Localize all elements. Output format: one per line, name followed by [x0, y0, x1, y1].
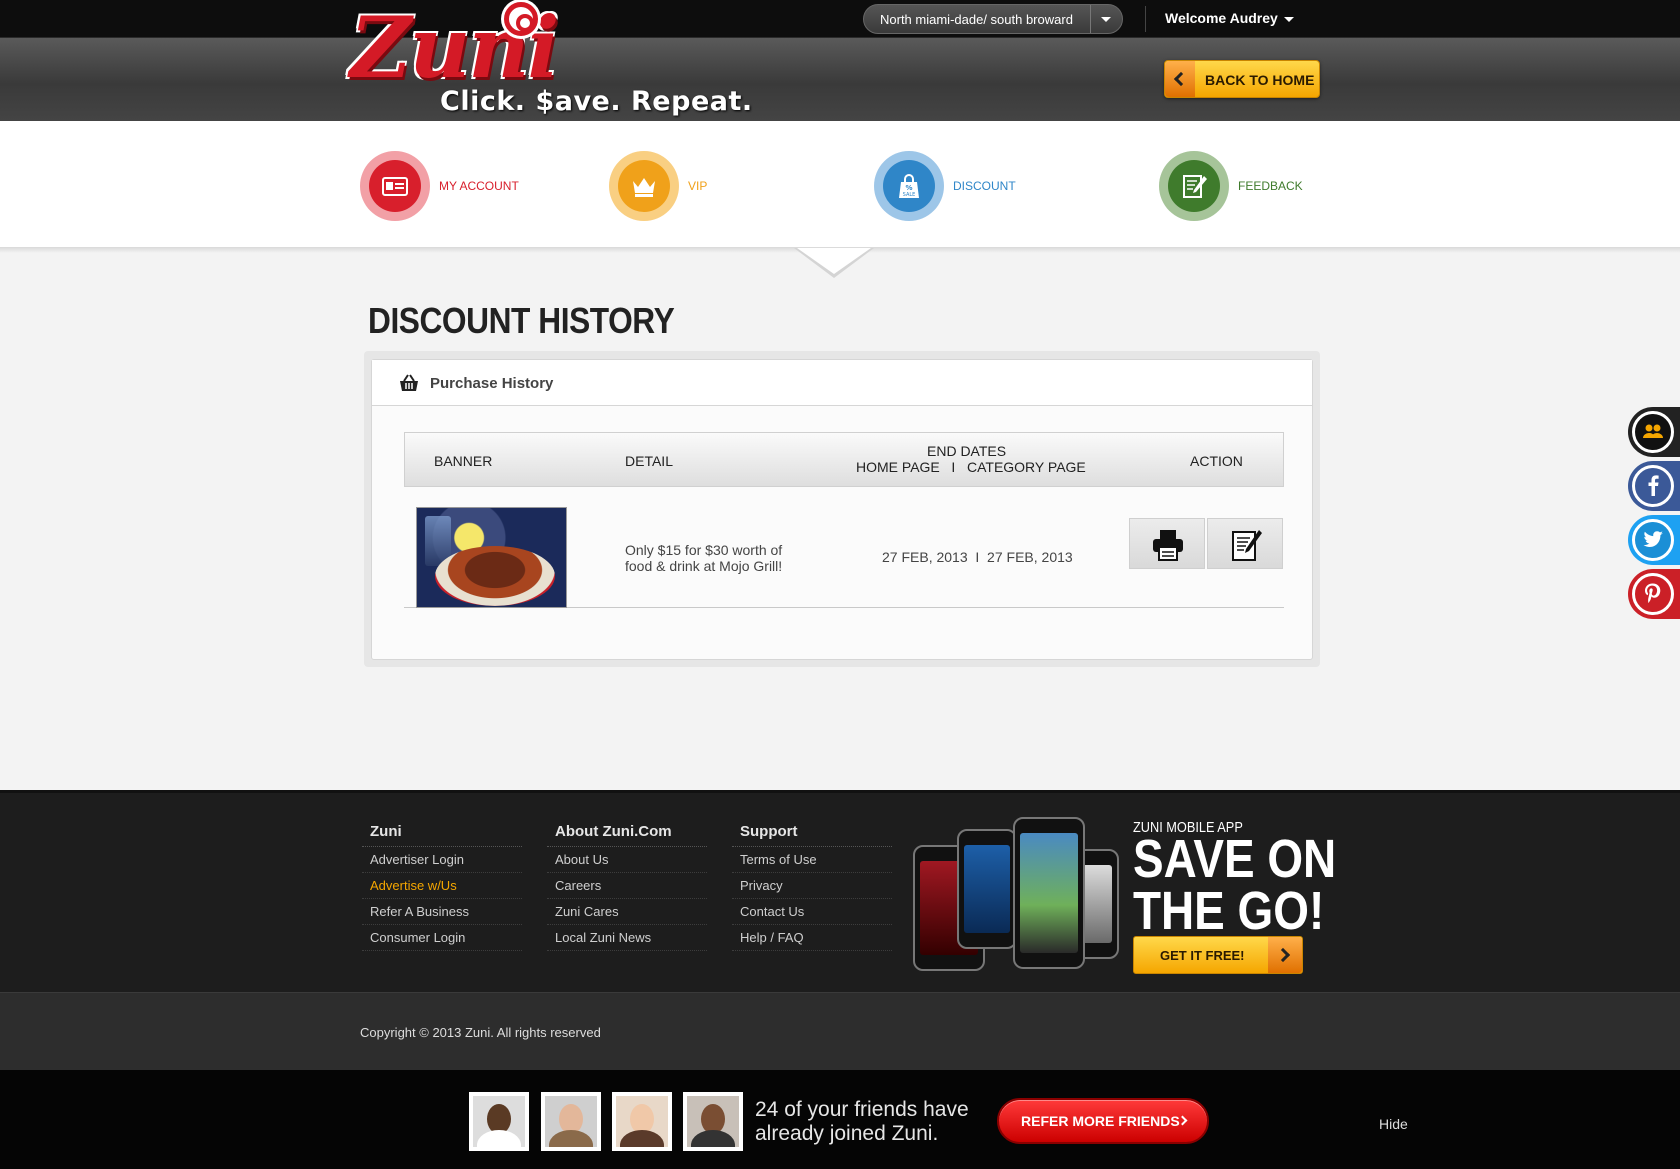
column-header-detail: DETAIL	[625, 453, 673, 469]
referral-bar: 24 of your friends have already joined Z…	[0, 1070, 1680, 1169]
sale-bag-icon: % SALE	[883, 160, 935, 212]
nav-label: MY ACCOUNT	[439, 179, 519, 193]
app-headline-line: SAVE ON	[1133, 829, 1337, 889]
copyright-bar: Copyright © 2013 Zuni. All rights reserv…	[0, 992, 1680, 1070]
footer-column-zuni: Zuni Advertiser Login Advertise w/Us Ref…	[362, 823, 522, 951]
footer-link-advertise[interactable]: Advertise w/Us	[362, 873, 522, 899]
svg-text:%: %	[905, 184, 912, 192]
pinterest-icon	[1645, 583, 1661, 603]
column-header-action: ACTION	[1190, 453, 1243, 469]
friend-avatar[interactable]	[541, 1092, 601, 1151]
chevron-down-icon	[1101, 17, 1111, 22]
facebook-icon	[1648, 475, 1659, 496]
referral-message: 24 of your friends have already joined Z…	[755, 1098, 969, 1145]
nav-label: VIP	[688, 179, 708, 193]
deal-end-dates: 27 FEB, 2013 I 27 FEB, 2013	[882, 549, 1073, 565]
logo-swirl-icon	[504, 2, 538, 36]
end-dates-title: END DATES	[927, 443, 1007, 459]
notepad-pen-icon	[1168, 160, 1220, 212]
category-nav	[0, 121, 1680, 249]
edit-icon	[1232, 530, 1262, 561]
friend-avatar[interactable]	[612, 1092, 672, 1151]
panel-header: Purchase History	[372, 360, 1312, 406]
crown-icon	[618, 160, 670, 212]
footer-link-advertiser-login[interactable]: Advertiser Login	[362, 847, 522, 873]
footer-link-help[interactable]: Help / FAQ	[732, 925, 892, 951]
edit-button[interactable]	[1207, 518, 1283, 569]
print-button[interactable]	[1129, 518, 1205, 569]
top-bar	[0, 0, 1680, 38]
header-band	[0, 38, 1680, 121]
header-divider	[1145, 6, 1146, 32]
user-menu-label: Welcome Audrey	[1165, 10, 1278, 26]
deal-detail: Only $15 for $30 worth of food & drink a…	[625, 542, 783, 574]
mobile-phones-image	[913, 817, 1123, 977]
deal-banner-image[interactable]	[416, 507, 567, 608]
print-icon	[1153, 530, 1183, 561]
footer-link-refer-business[interactable]: Refer A Business	[362, 899, 522, 925]
nav-label: DISCOUNT	[953, 179, 1016, 193]
footer-link-terms[interactable]: Terms of Use	[732, 847, 892, 873]
region-select[interactable]: North miami-dade/ south broward	[863, 4, 1123, 34]
back-to-home-button[interactable]: BACK TO HOME	[1164, 60, 1320, 98]
svg-text:SALE: SALE	[903, 192, 916, 198]
arrow-right-icon	[1268, 937, 1302, 973]
id-card-icon	[369, 160, 421, 212]
footer: Zuni Advertiser Login Advertise w/Us Ref…	[0, 790, 1680, 992]
purchase-history-panel: Purchase History BANNER DETAIL END DATES…	[371, 359, 1313, 660]
friend-avatar[interactable]	[469, 1092, 529, 1151]
footer-link-local-news[interactable]: Local Zuni News	[547, 925, 707, 951]
friend-avatar[interactable]	[683, 1092, 743, 1151]
footer-link-consumer-login[interactable]: Consumer Login	[362, 925, 522, 951]
phone-illustration	[957, 829, 1017, 949]
nav-label: FEEDBACK	[1238, 179, 1303, 193]
friends-button[interactable]	[1628, 407, 1680, 457]
active-pointer-inner	[797, 248, 871, 274]
table-row: Only $15 for $30 worth of food & drink a…	[404, 490, 1284, 608]
basket-icon	[400, 374, 418, 391]
logo-tagline: Click. $ave. Repeat.	[440, 86, 753, 117]
copyright-text: Copyright © 2013 Zuni. All rights reserv…	[360, 1025, 601, 1040]
region-select-value: North miami-dade/ south broward	[880, 12, 1073, 27]
column-header-banner: BANNER	[434, 453, 493, 469]
footer-link-careers[interactable]: Careers	[547, 873, 707, 899]
footer-heading: About Zuni.Com	[547, 823, 707, 847]
region-dropdown-toggle[interactable]	[1090, 5, 1122, 33]
hide-referral-link[interactable]: Hide	[1379, 1116, 1408, 1132]
back-to-home-label: BACK TO HOME	[1205, 72, 1315, 88]
footer-link-zuni-cares[interactable]: Zuni Cares	[547, 899, 707, 925]
get-app-label: GET IT FREE!	[1160, 948, 1245, 963]
footer-heading: Zuni	[362, 823, 522, 847]
footer-heading: Support	[732, 823, 892, 847]
facebook-button[interactable]	[1628, 461, 1680, 511]
page-title: DISCOUNT HISTORY	[368, 300, 675, 341]
app-headline-line: THE GO!	[1133, 881, 1325, 941]
footer-column-about: About Zuni.Com About Us Careers Zuni Car…	[547, 823, 707, 951]
pinterest-button[interactable]	[1628, 569, 1680, 619]
zuni-logo[interactable]: Zuni Click. $ave. Repeat.	[346, 0, 752, 120]
table-header: BANNER DETAIL END DATES HOME PAGE I CATE…	[404, 432, 1284, 487]
arrow-left-icon	[1165, 61, 1195, 97]
footer-column-support: Support Terms of Use Privacy Contact Us …	[732, 823, 892, 951]
refer-friends-label: REFER MORE FRIENDS	[1021, 1113, 1180, 1129]
friends-icon	[1643, 424, 1663, 438]
chevron-down-icon	[1283, 16, 1294, 22]
end-dates-subheader: HOME PAGE I CATEGORY PAGE	[856, 459, 1086, 475]
phone-illustration	[1013, 817, 1085, 969]
footer-link-contact[interactable]: Contact Us	[732, 899, 892, 925]
get-app-button[interactable]: GET IT FREE!	[1133, 936, 1303, 974]
footer-link-about-us[interactable]: About Us	[547, 847, 707, 873]
banner-image-detail	[435, 546, 555, 606]
footer-link-privacy[interactable]: Privacy	[732, 873, 892, 899]
twitter-icon	[1643, 531, 1663, 547]
refer-friends-button[interactable]: REFER MORE FRIENDS	[997, 1098, 1209, 1144]
user-menu[interactable]: Welcome Audrey	[1165, 10, 1294, 26]
app-headline: SAVE ON THE GO!	[1133, 829, 1337, 941]
twitter-button[interactable]	[1628, 515, 1680, 565]
panel-title: Purchase History	[430, 375, 554, 392]
